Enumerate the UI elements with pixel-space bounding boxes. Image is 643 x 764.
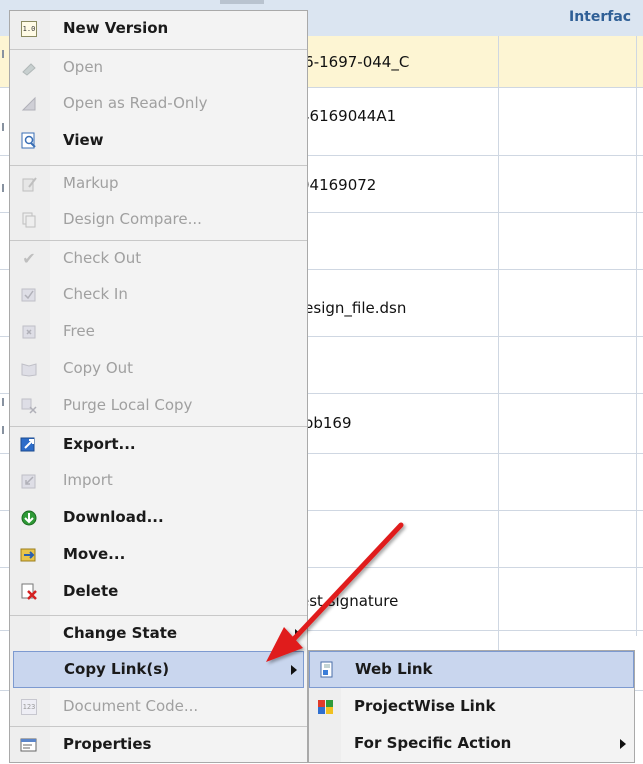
import-icon [20,472,38,490]
submenu-arrow-icon [295,629,301,639]
check-in-icon [20,286,38,304]
menu-item-label: Change State [63,624,178,642]
move-icon [20,546,38,564]
menu-item-check-out[interactable]: ✔ Check Out [10,240,307,278]
submenu-item-label: For Specific Action [354,734,512,752]
submenu-item-for-specific-action[interactable]: For Specific Action [309,726,634,763]
table-cell: l6-1697-044_C [300,53,410,71]
menu-item-label: Open as Read-Only [63,94,208,112]
menu-item-label: Export... [63,435,136,453]
submenu-item-projectwise-link[interactable]: ProjectWise Link [309,689,634,726]
menu-item-label: Properties [63,735,152,753]
header-grip [220,0,264,4]
download-icon [20,509,38,527]
menu-item-view[interactable]: View [10,123,307,160]
menu-item-open[interactable]: Open [10,49,307,87]
menu-item-label: Open [63,58,104,76]
menu-item-delete[interactable]: Delete [10,574,307,611]
menu-item-label: Download... [63,508,164,526]
menu-item-label: Markup [63,174,119,192]
menu-item-label: Check In [63,285,128,303]
menu-item-copy-out[interactable]: Copy Out [10,351,307,388]
menu-item-label: Import [63,471,113,489]
left-edge [0,36,9,763]
document-code-icon: 123 [20,698,38,716]
menu-item-purge-local-copy[interactable]: Purge Local Copy [10,388,307,425]
menu-item-free[interactable]: Free [10,314,307,351]
menu-item-import[interactable]: Import [10,463,307,500]
menu-item-label: Copy Link(s) [64,660,170,678]
menu-item-label: Purge Local Copy [63,396,193,414]
menu-item-move[interactable]: Move... [10,537,307,574]
purge-icon [20,397,38,415]
properties-icon [20,736,38,754]
menu-item-label: New Version [63,19,169,37]
menu-item-document-code[interactable]: 123 Document Code... [10,689,307,726]
open-icon [20,59,38,77]
column-divider [636,36,637,636]
projectwise-link-icon [317,698,335,716]
open-read-only-icon [20,95,38,113]
menu-item-open-read-only[interactable]: Open as Read-Only [10,86,307,123]
submenu-arrow-icon [620,739,626,749]
menu-item-label: View [63,131,104,149]
menu-item-change-state[interactable]: Change State [10,615,307,653]
menu-item-label: Delete [63,582,119,600]
submenu-item-label: Web Link [355,660,433,678]
delete-icon [20,583,38,601]
menu-item-label: Check Out [63,249,142,267]
copy-links-submenu: Web Link ProjectWise Link For Specific A… [308,650,635,763]
menu-item-label: Free [63,322,95,340]
export-icon [20,436,38,454]
submenu-arrow-icon [291,665,297,675]
table-cell: 94169072 [300,176,377,194]
markup-icon [20,175,38,193]
new-version-icon: 1.0 [20,20,38,38]
table-cell: lesign_file.dsn [300,299,407,317]
column-header-interface[interactable]: Interfac [569,9,631,25]
menu-item-label: Design Compare... [63,210,202,228]
checkmark-icon: ✔ [22,249,36,268]
menu-item-download[interactable]: Download... [10,500,307,537]
menu-item-copy-links[interactable]: Copy Link(s) [13,651,304,688]
menu-item-design-compare[interactable]: Design Compare... [10,202,307,239]
free-icon [20,323,38,341]
design-compare-icon [20,211,38,229]
table-cell: 46169044A1 [300,107,397,125]
web-link-icon [318,661,336,679]
submenu-item-web-link[interactable]: Web Link [309,651,634,688]
view-icon [20,132,38,150]
menu-item-properties[interactable]: Properties [10,726,307,764]
menu-item-markup[interactable]: Markup [10,165,307,203]
menu-item-new-version[interactable]: 1.0 New Version [10,11,307,48]
menu-item-label: Document Code... [63,697,199,715]
menu-item-check-in[interactable]: Check In [10,277,307,314]
context-menu: 1.0 New Version Open Open as Read-Only V… [9,10,308,763]
copy-out-icon [20,360,38,378]
submenu-item-label: ProjectWise Link [354,697,496,715]
menu-item-label: Copy Out [63,359,134,377]
table-cell: est signature [300,592,399,610]
menu-item-label: Move... [63,545,126,563]
menu-item-export[interactable]: Export... [10,426,307,464]
